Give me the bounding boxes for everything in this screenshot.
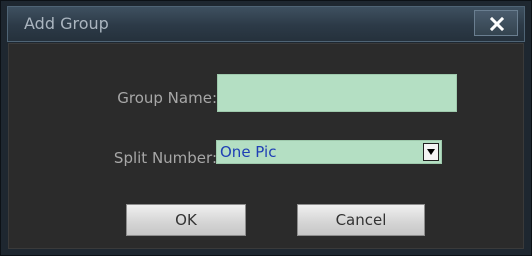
add-group-dialog: Add Group Group Name: Split Number: One …	[0, 0, 532, 256]
close-button[interactable]	[474, 10, 518, 36]
split-number-label: Split Number:	[113, 149, 217, 167]
dialog-title: Add Group	[24, 14, 109, 33]
ok-button[interactable]: OK	[126, 204, 246, 236]
close-icon	[490, 17, 504, 31]
chevron-down-icon	[427, 149, 435, 155]
group-name-input[interactable]	[217, 74, 457, 112]
split-number-select[interactable]: One Pic	[216, 140, 442, 164]
dialog-body: Group Name: Split Number: One Pic OK Can…	[8, 43, 524, 249]
cancel-button[interactable]: Cancel	[297, 204, 425, 236]
dropdown-button[interactable]	[423, 143, 439, 161]
split-number-value: One Pic	[220, 143, 277, 161]
title-bar[interactable]: Add Group	[7, 6, 525, 42]
group-name-label: Group Name:	[117, 89, 217, 107]
